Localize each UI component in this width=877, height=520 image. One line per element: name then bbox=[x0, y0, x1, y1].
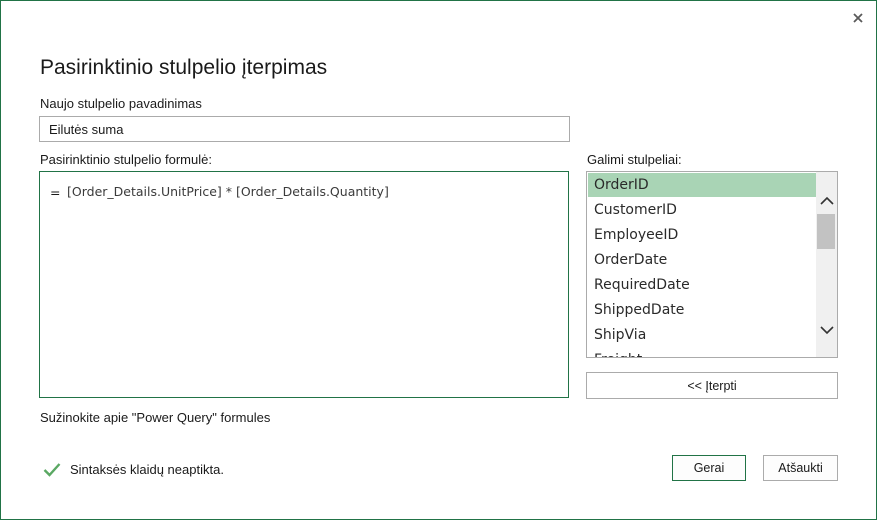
syntax-status: Sintaksės klaidų neaptikta. bbox=[43, 459, 224, 479]
column-item-customerid[interactable]: CustomerID bbox=[588, 198, 817, 222]
formula-equals-sign: = bbox=[50, 185, 61, 200]
custom-column-dialog: Pasirinktinio stulpelio įterpimas Naujo … bbox=[0, 0, 877, 520]
column-item-orderdate[interactable]: OrderDate bbox=[588, 248, 817, 272]
column-item-freight[interactable]: Freight bbox=[588, 348, 817, 357]
scroll-thumb[interactable] bbox=[817, 214, 835, 249]
scroll-up-button[interactable] bbox=[816, 190, 837, 210]
close-icon bbox=[853, 13, 863, 23]
dialog-title: Pasirinktinio stulpelio įterpimas bbox=[40, 56, 328, 79]
available-columns-label: Galimi stulpeliai: bbox=[587, 152, 682, 167]
close-button[interactable] bbox=[847, 7, 869, 29]
formula-editor[interactable]: = [Order_Details.UnitPrice] * [Order_Det… bbox=[39, 171, 569, 398]
checkmark-icon bbox=[43, 462, 61, 477]
learn-formulas-link[interactable]: Sužinokite apie "Power Query" formules bbox=[40, 410, 270, 425]
column-item-requireddate[interactable]: RequiredDate bbox=[588, 273, 817, 297]
column-item-employeeid[interactable]: EmployeeID bbox=[588, 223, 817, 247]
formula-label: Pasirinktinio stulpelio formulė: bbox=[40, 152, 212, 167]
column-item-shippeddate[interactable]: ShippedDate bbox=[588, 298, 817, 322]
chevron-up-icon bbox=[819, 196, 834, 205]
chevron-down-icon bbox=[819, 325, 834, 334]
columns-scrollbar[interactable] bbox=[816, 172, 837, 357]
cancel-button[interactable]: Atšaukti bbox=[763, 455, 838, 481]
available-columns-list[interactable]: OrderID CustomerID EmployeeID OrderDate … bbox=[586, 171, 838, 358]
column-name-input[interactable] bbox=[39, 116, 570, 142]
column-name-label: Naujo stulpelio pavadinimas bbox=[40, 96, 202, 111]
insert-column-button[interactable]: << Įterpti bbox=[586, 372, 838, 399]
column-item-shipvia[interactable]: ShipVia bbox=[588, 323, 817, 347]
ok-button[interactable]: Gerai bbox=[672, 455, 746, 481]
syntax-status-text: Sintaksės klaidų neaptikta. bbox=[70, 461, 224, 477]
column-item-orderid[interactable]: OrderID bbox=[588, 173, 817, 197]
scroll-down-button[interactable] bbox=[816, 320, 837, 340]
formula-text: [Order_Details.UnitPrice] * [Order_Detai… bbox=[67, 184, 389, 199]
